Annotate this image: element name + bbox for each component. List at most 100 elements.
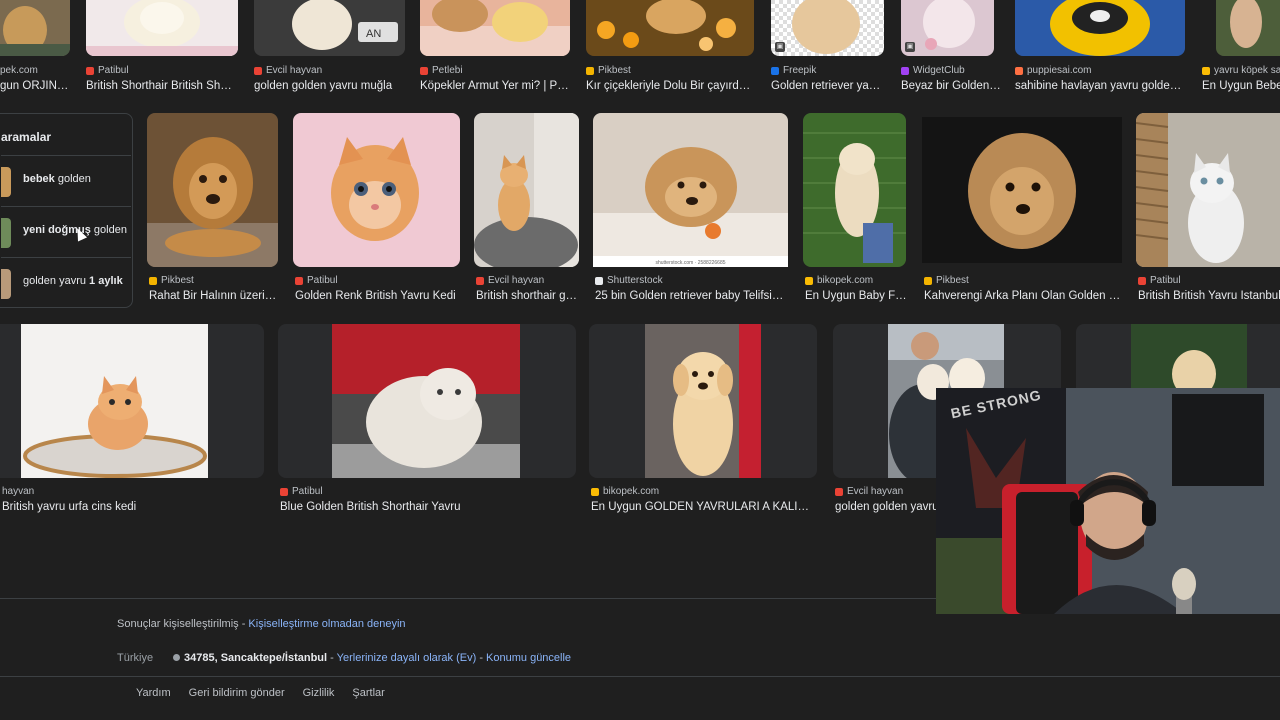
related-searches-panel: aramalar bebek golden yeni doğmuş golden… bbox=[0, 113, 133, 308]
result-thumbnail[interactable]: shutterstock.com · 2588226685 bbox=[593, 113, 788, 267]
result-thumbnail[interactable]: ▣ bbox=[771, 0, 884, 56]
image-result[interactable]: Pikbest Kır çiçekleriyle Dolu Bir çayırd… bbox=[586, 0, 758, 96]
related-search-item[interactable]: bebek golden bbox=[1, 155, 131, 206]
result-thumbnail[interactable] bbox=[147, 113, 278, 267]
country-label: Türkiye bbox=[117, 652, 154, 664]
image-result[interactable]: Pikbest Rahat Bir Halının üzerind... bbox=[147, 113, 282, 307]
try-without-personalization-link[interactable]: Kişiselleştirme olmadan deneyin bbox=[248, 618, 405, 630]
source-favicon bbox=[771, 66, 779, 75]
location-text: 34785, Sancaktepe/İstanbul bbox=[184, 652, 328, 664]
result-title: Golden Renk British Yavru Kedi bbox=[295, 290, 456, 302]
update-location-link[interactable]: Konumu güncelle bbox=[486, 652, 571, 664]
result-thumbnail[interactable] bbox=[803, 113, 906, 267]
result-thumbnail[interactable] bbox=[293, 113, 460, 267]
result-thumbnail[interactable] bbox=[420, 0, 570, 56]
source-name: hayvan bbox=[2, 486, 35, 497]
source-name: Evcil hayvan bbox=[847, 486, 904, 497]
result-thumbnail[interactable] bbox=[922, 117, 1122, 263]
image-result[interactable]: AN Evcil hayvan golden golden yavru muğl… bbox=[254, 0, 410, 96]
source-name: Freepik bbox=[783, 65, 817, 76]
footer-link-feedback[interactable]: Geri bildirim gönder bbox=[189, 687, 285, 699]
image-result[interactable]: puppiesai.com sahibine havlayan yavru go… bbox=[1015, 0, 1190, 96]
image-result[interactable]: Petlebi Köpekler Armut Yer mi? | Petl... bbox=[420, 0, 576, 96]
image-result[interactable]: bikopek.com En Uygun GOLDEN YAVRULARI A … bbox=[589, 324, 819, 520]
source-name: puppiesai.com bbox=[1027, 65, 1092, 76]
result-thumbnail[interactable] bbox=[1136, 113, 1280, 267]
image-result[interactable]: bikopek.com En Uygun Baby Fa... bbox=[803, 113, 909, 307]
image-result[interactable]: pek.com gun ORJINA... bbox=[0, 0, 72, 96]
result-title: Kahverengi Arka Planı Olan Golden Ret... bbox=[924, 290, 1124, 302]
related-search-thumbnail bbox=[1, 269, 11, 299]
footer-divider bbox=[0, 676, 1280, 677]
source-name: Patibul bbox=[307, 275, 338, 286]
result-thumbnail[interactable] bbox=[586, 0, 754, 56]
location-dot-icon bbox=[173, 654, 180, 661]
source-name: Pikbest bbox=[161, 275, 194, 286]
shutterstock-watermark: shutterstock.com · 2588226685 bbox=[655, 260, 726, 266]
result-title: British British Yavru Istanbul Bri bbox=[1138, 290, 1280, 302]
related-search-thumbnail bbox=[1, 218, 11, 248]
source-name: Petlebi bbox=[432, 65, 463, 76]
webcam-feed bbox=[936, 388, 1280, 614]
source-name: Patibul bbox=[98, 65, 129, 76]
result-title: Köpekler Armut Yer mi? | Petl... bbox=[420, 80, 570, 92]
result-thumbnail[interactable] bbox=[589, 324, 817, 478]
source-favicon bbox=[1202, 66, 1210, 75]
result-title: Golden retriever yavr... bbox=[771, 80, 886, 92]
personalized-notice: Sonuçlar kişiselleştirilmiş bbox=[117, 618, 239, 630]
image-result[interactable]: yavru köpek sahi En Uygun Bebek bbox=[1202, 0, 1280, 96]
source-favicon bbox=[924, 276, 932, 285]
result-thumbnail[interactable] bbox=[1015, 0, 1185, 56]
image-result[interactable]: Patibul Golden Renk British Yavru Kedi bbox=[293, 113, 465, 307]
result-thumbnail[interactable] bbox=[0, 0, 70, 56]
source-favicon bbox=[595, 276, 603, 285]
image-result[interactable]: shutterstock.com · 2588226685 Shuttersto… bbox=[593, 113, 789, 307]
result-title: En Uygun GOLDEN YAVRULARI A KALITE - ... bbox=[591, 501, 811, 513]
related-search-text: golden bbox=[54, 173, 91, 185]
source-name: Patibul bbox=[292, 486, 323, 497]
result-thumbnail[interactable] bbox=[86, 0, 238, 56]
image-result[interactable]: Patibul British Shorthair British Short.… bbox=[86, 0, 241, 96]
result-title: Kır çiçekleriyle Dolu Bir çayırda K... bbox=[586, 80, 754, 92]
related-search-thumbnail bbox=[1, 167, 11, 197]
image-result[interactable]: ▣ WidgetClub Beyaz bir Golden ... bbox=[901, 0, 1003, 96]
image-result[interactable]: ▣ Freepik Golden retriever yavr... bbox=[771, 0, 891, 96]
source-favicon bbox=[280, 487, 288, 496]
webcam-overlay: BE STRONG bbox=[936, 388, 1280, 614]
source-name: pek.com bbox=[0, 65, 38, 76]
related-search-item[interactable]: yeni doğmuş golden bbox=[1, 206, 131, 257]
source-favicon bbox=[149, 276, 157, 285]
source-favicon bbox=[420, 66, 428, 75]
image-result[interactable]: hayvan British yavru urfa cins kedi bbox=[0, 324, 264, 520]
result-thumbnail[interactable] bbox=[1216, 0, 1280, 56]
footer-link-help[interactable]: Yardım bbox=[136, 687, 171, 699]
image-result[interactable]: Pikbest Kahverengi Arka Planı Olan Golde… bbox=[922, 113, 1124, 307]
result-thumbnail[interactable]: AN bbox=[254, 0, 405, 56]
result-title: Rahat Bir Halının üzerind... bbox=[149, 290, 279, 302]
image-result[interactable]: Patibul Blue Golden British Shorthair Ya… bbox=[278, 324, 576, 520]
result-thumbnail[interactable] bbox=[474, 113, 579, 267]
source-name: Shutterstock bbox=[607, 275, 663, 286]
result-title: sahibine havlayan yavru golden | ... bbox=[1015, 80, 1187, 92]
image-result[interactable]: Evcil hayvan British shorthair go... bbox=[474, 113, 582, 307]
source-favicon bbox=[591, 487, 599, 496]
footer-links: Yardım Geri bildirim gönder Gizlilik Şar… bbox=[136, 687, 385, 699]
result-thumbnail[interactable] bbox=[1076, 324, 1280, 394]
source-name: yavru köpek sahi bbox=[1214, 65, 1280, 76]
source-favicon bbox=[835, 487, 843, 496]
image-result[interactable]: Patibul British British Yavru Istanbul B… bbox=[1136, 113, 1280, 307]
footer-link-terms[interactable]: Şartlar bbox=[352, 687, 384, 699]
result-title: Beyaz bir Golden ... bbox=[901, 80, 1001, 92]
result-thumbnail[interactable] bbox=[0, 324, 264, 478]
source-name: Patibul bbox=[1150, 275, 1181, 286]
source-name: Pikbest bbox=[598, 65, 631, 76]
source-favicon bbox=[254, 66, 262, 75]
result-title: En Uygun Bebek bbox=[1202, 80, 1280, 92]
result-thumbnail[interactable] bbox=[278, 324, 576, 478]
result-thumbnail[interactable]: ▣ bbox=[901, 0, 994, 56]
related-search-item[interactable]: golden yavru 1 aylık bbox=[1, 257, 131, 308]
footer-link-privacy[interactable]: Gizlilik bbox=[303, 687, 335, 699]
location-source-link[interactable]: Yerlerinize dayalı olarak (Ev) bbox=[337, 652, 477, 664]
image-result[interactable] bbox=[1076, 324, 1280, 394]
source-favicon bbox=[295, 276, 303, 285]
